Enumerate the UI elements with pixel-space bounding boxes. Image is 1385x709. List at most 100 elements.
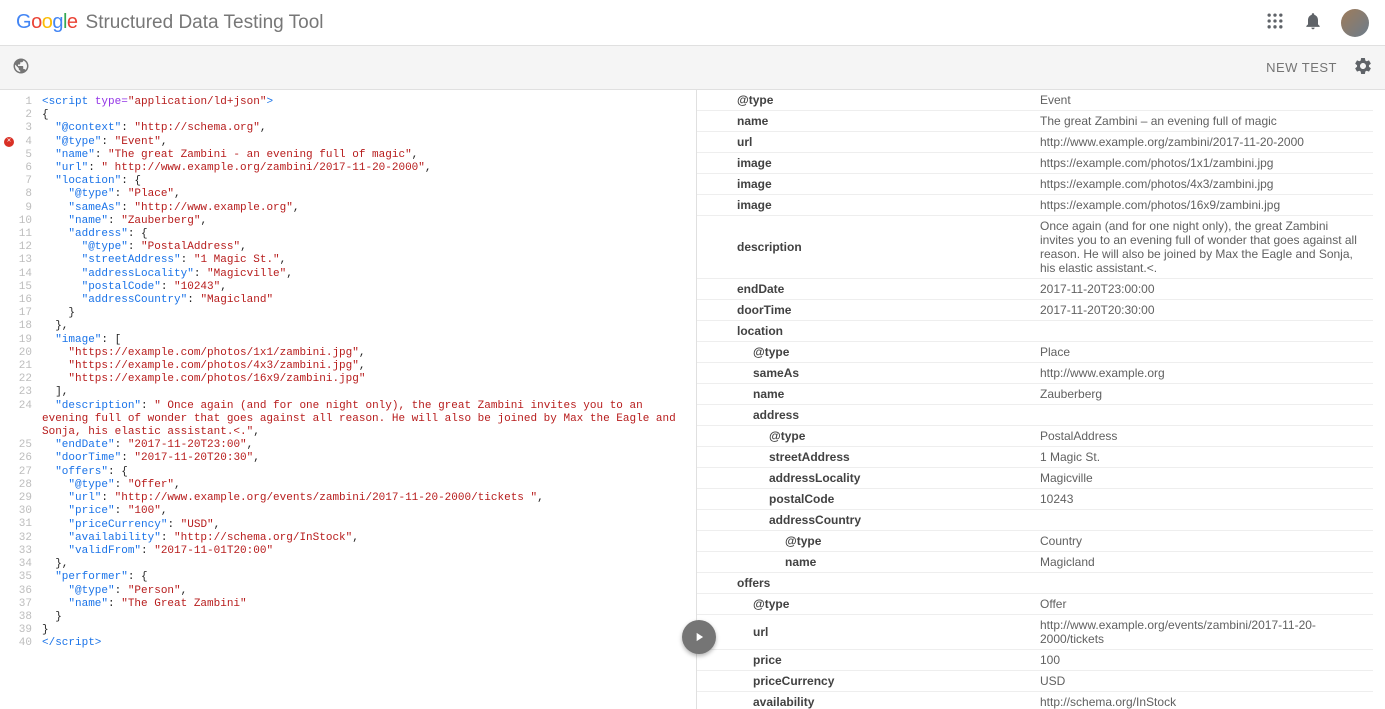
result-row[interactable]: offers — [697, 573, 1373, 594]
result-row[interactable]: postalCode10243 — [697, 489, 1373, 510]
result-value: PostalAddress — [1032, 426, 1373, 447]
result-key: offers — [697, 573, 1032, 594]
code-line: "https://example.com/photos/16x9/zambini… — [42, 373, 688, 386]
code-line: "location": { — [42, 175, 688, 188]
new-test-button[interactable]: NEW TEST — [1266, 60, 1337, 75]
result-row[interactable]: @typeOffer — [697, 594, 1373, 615]
result-value: http://www.example.org — [1032, 363, 1373, 384]
result-key: addressCountry — [697, 510, 1032, 531]
result-value — [1032, 405, 1373, 426]
result-value: Magicville — [1032, 468, 1373, 489]
code-line: "name": "The Great Zambini" — [42, 598, 688, 611]
result-row[interactable]: nameMagicland — [697, 552, 1373, 573]
code-editor[interactable]: <script type="application/ld+json">{ "@c… — [38, 90, 696, 709]
header-left: Google Structured Data Testing Tool — [16, 11, 324, 34]
notifications-icon[interactable] — [1303, 11, 1323, 34]
code-line: ], — [42, 386, 688, 399]
result-row[interactable]: imagehttps://example.com/photos/16x9/zam… — [697, 195, 1373, 216]
result-value: http://schema.org/InStock — [1032, 692, 1373, 709]
result-row[interactable]: availabilityhttp://schema.org/InStock — [697, 692, 1373, 709]
result-row[interactable]: @typeCountry — [697, 531, 1373, 552]
result-value: http://www.example.org/zambini/2017-11-2… — [1032, 132, 1373, 153]
toolbar-right: NEW TEST — [1266, 56, 1373, 79]
code-line: "addressLocality": "Magicville", — [42, 268, 688, 281]
result-key: name — [697, 384, 1032, 405]
result-key: image — [697, 153, 1032, 174]
result-row[interactable]: nameZauberberg — [697, 384, 1373, 405]
result-value: Zauberberg — [1032, 384, 1373, 405]
result-row[interactable]: price100 — [697, 650, 1373, 671]
code-line: "postalCode": "10243", — [42, 281, 688, 294]
code-pane: 1234✕56789101112131415161718192021222324… — [0, 90, 697, 709]
code-line: "addressCountry": "Magicland" — [42, 294, 688, 307]
result-key: postalCode — [697, 489, 1032, 510]
result-row[interactable]: @typePlace — [697, 342, 1373, 363]
result-row[interactable]: doorTime2017-11-20T20:30:00 — [697, 300, 1373, 321]
result-row[interactable]: @typePostalAddress — [697, 426, 1373, 447]
result-value: Event — [1032, 90, 1373, 111]
code-line: "https://example.com/photos/1x1/zambini.… — [42, 347, 688, 360]
avatar[interactable] — [1341, 9, 1369, 37]
code-line: "sameAs": "http://www.example.org", — [42, 202, 688, 215]
result-value: https://example.com/photos/16x9/zambini.… — [1032, 195, 1373, 216]
code-line: "@type": "Event", — [42, 136, 688, 149]
result-value: Offer — [1032, 594, 1373, 615]
result-key: location — [697, 321, 1032, 342]
result-value: Once again (and for one night only), the… — [1032, 216, 1373, 279]
toolbar: NEW TEST — [0, 46, 1385, 90]
code-line: "image": [ — [42, 334, 688, 347]
result-value: 100 — [1032, 650, 1373, 671]
result-key: availability — [697, 692, 1032, 709]
code-line: "performer": { — [42, 571, 688, 584]
result-key: @type — [697, 342, 1032, 363]
header-right — [1265, 9, 1369, 37]
result-row[interactable]: addressCountry — [697, 510, 1373, 531]
result-key: sameAs — [697, 363, 1032, 384]
result-row[interactable]: imagehttps://example.com/photos/4x3/zamb… — [697, 174, 1373, 195]
result-key: endDate — [697, 279, 1032, 300]
gear-icon[interactable] — [1353, 56, 1373, 79]
result-value — [1032, 510, 1373, 531]
result-key: addressLocality — [697, 468, 1032, 489]
result-row[interactable]: descriptionOnce again (and for one night… — [697, 216, 1373, 279]
result-value: Country — [1032, 531, 1373, 552]
result-key: @type — [697, 531, 1032, 552]
result-row[interactable]: imagehttps://example.com/photos/1x1/zamb… — [697, 153, 1373, 174]
toolbar-left — [12, 57, 30, 78]
result-key: image — [697, 195, 1032, 216]
result-row[interactable]: location — [697, 321, 1373, 342]
code-line: "endDate": "2017-11-20T23:00", — [42, 439, 688, 452]
code-line: "name": "The great Zambini - an evening … — [42, 149, 688, 162]
result-row[interactable]: priceCurrencyUSD — [697, 671, 1373, 692]
results-table: @typeEventnameThe great Zambini – an eve… — [697, 90, 1373, 709]
results-pane: @typeEventnameThe great Zambini – an eve… — [697, 90, 1385, 709]
code-line: "address": { — [42, 228, 688, 241]
result-value: 10243 — [1032, 489, 1373, 510]
result-row[interactable]: endDate2017-11-20T23:00:00 — [697, 279, 1373, 300]
result-key: @type — [697, 90, 1032, 111]
code-line: { — [42, 109, 688, 122]
result-value: https://example.com/photos/4x3/zambini.j… — [1032, 174, 1373, 195]
globe-icon[interactable] — [12, 57, 30, 78]
result-row[interactable]: address — [697, 405, 1373, 426]
apps-icon[interactable] — [1265, 11, 1285, 34]
code-line: "@type": "Offer", — [42, 479, 688, 492]
code-line: "@type": "PostalAddress", — [42, 241, 688, 254]
code-line: "availability": "http://schema.org/InSto… — [42, 532, 688, 545]
result-row[interactable]: urlhttp://www.example.org/events/zambini… — [697, 615, 1373, 650]
google-logo: Google — [16, 11, 78, 34]
result-key: @type — [697, 594, 1032, 615]
result-row[interactable]: urlhttp://www.example.org/zambini/2017-1… — [697, 132, 1373, 153]
result-row[interactable]: streetAddress1 Magic St. — [697, 447, 1373, 468]
result-row[interactable]: sameAshttp://www.example.org — [697, 363, 1373, 384]
result-value: https://example.com/photos/1x1/zambini.j… — [1032, 153, 1373, 174]
result-value: Place — [1032, 342, 1373, 363]
result-row[interactable]: nameThe great Zambini – an evening full … — [697, 111, 1373, 132]
error-marker-icon[interactable]: ✕ — [4, 137, 14, 147]
result-row[interactable]: addressLocalityMagicville — [697, 468, 1373, 489]
code-line: }, — [42, 558, 688, 571]
result-value: USD — [1032, 671, 1373, 692]
result-row[interactable]: @typeEvent — [697, 90, 1373, 111]
result-key: url — [697, 132, 1032, 153]
run-button[interactable] — [682, 620, 716, 654]
